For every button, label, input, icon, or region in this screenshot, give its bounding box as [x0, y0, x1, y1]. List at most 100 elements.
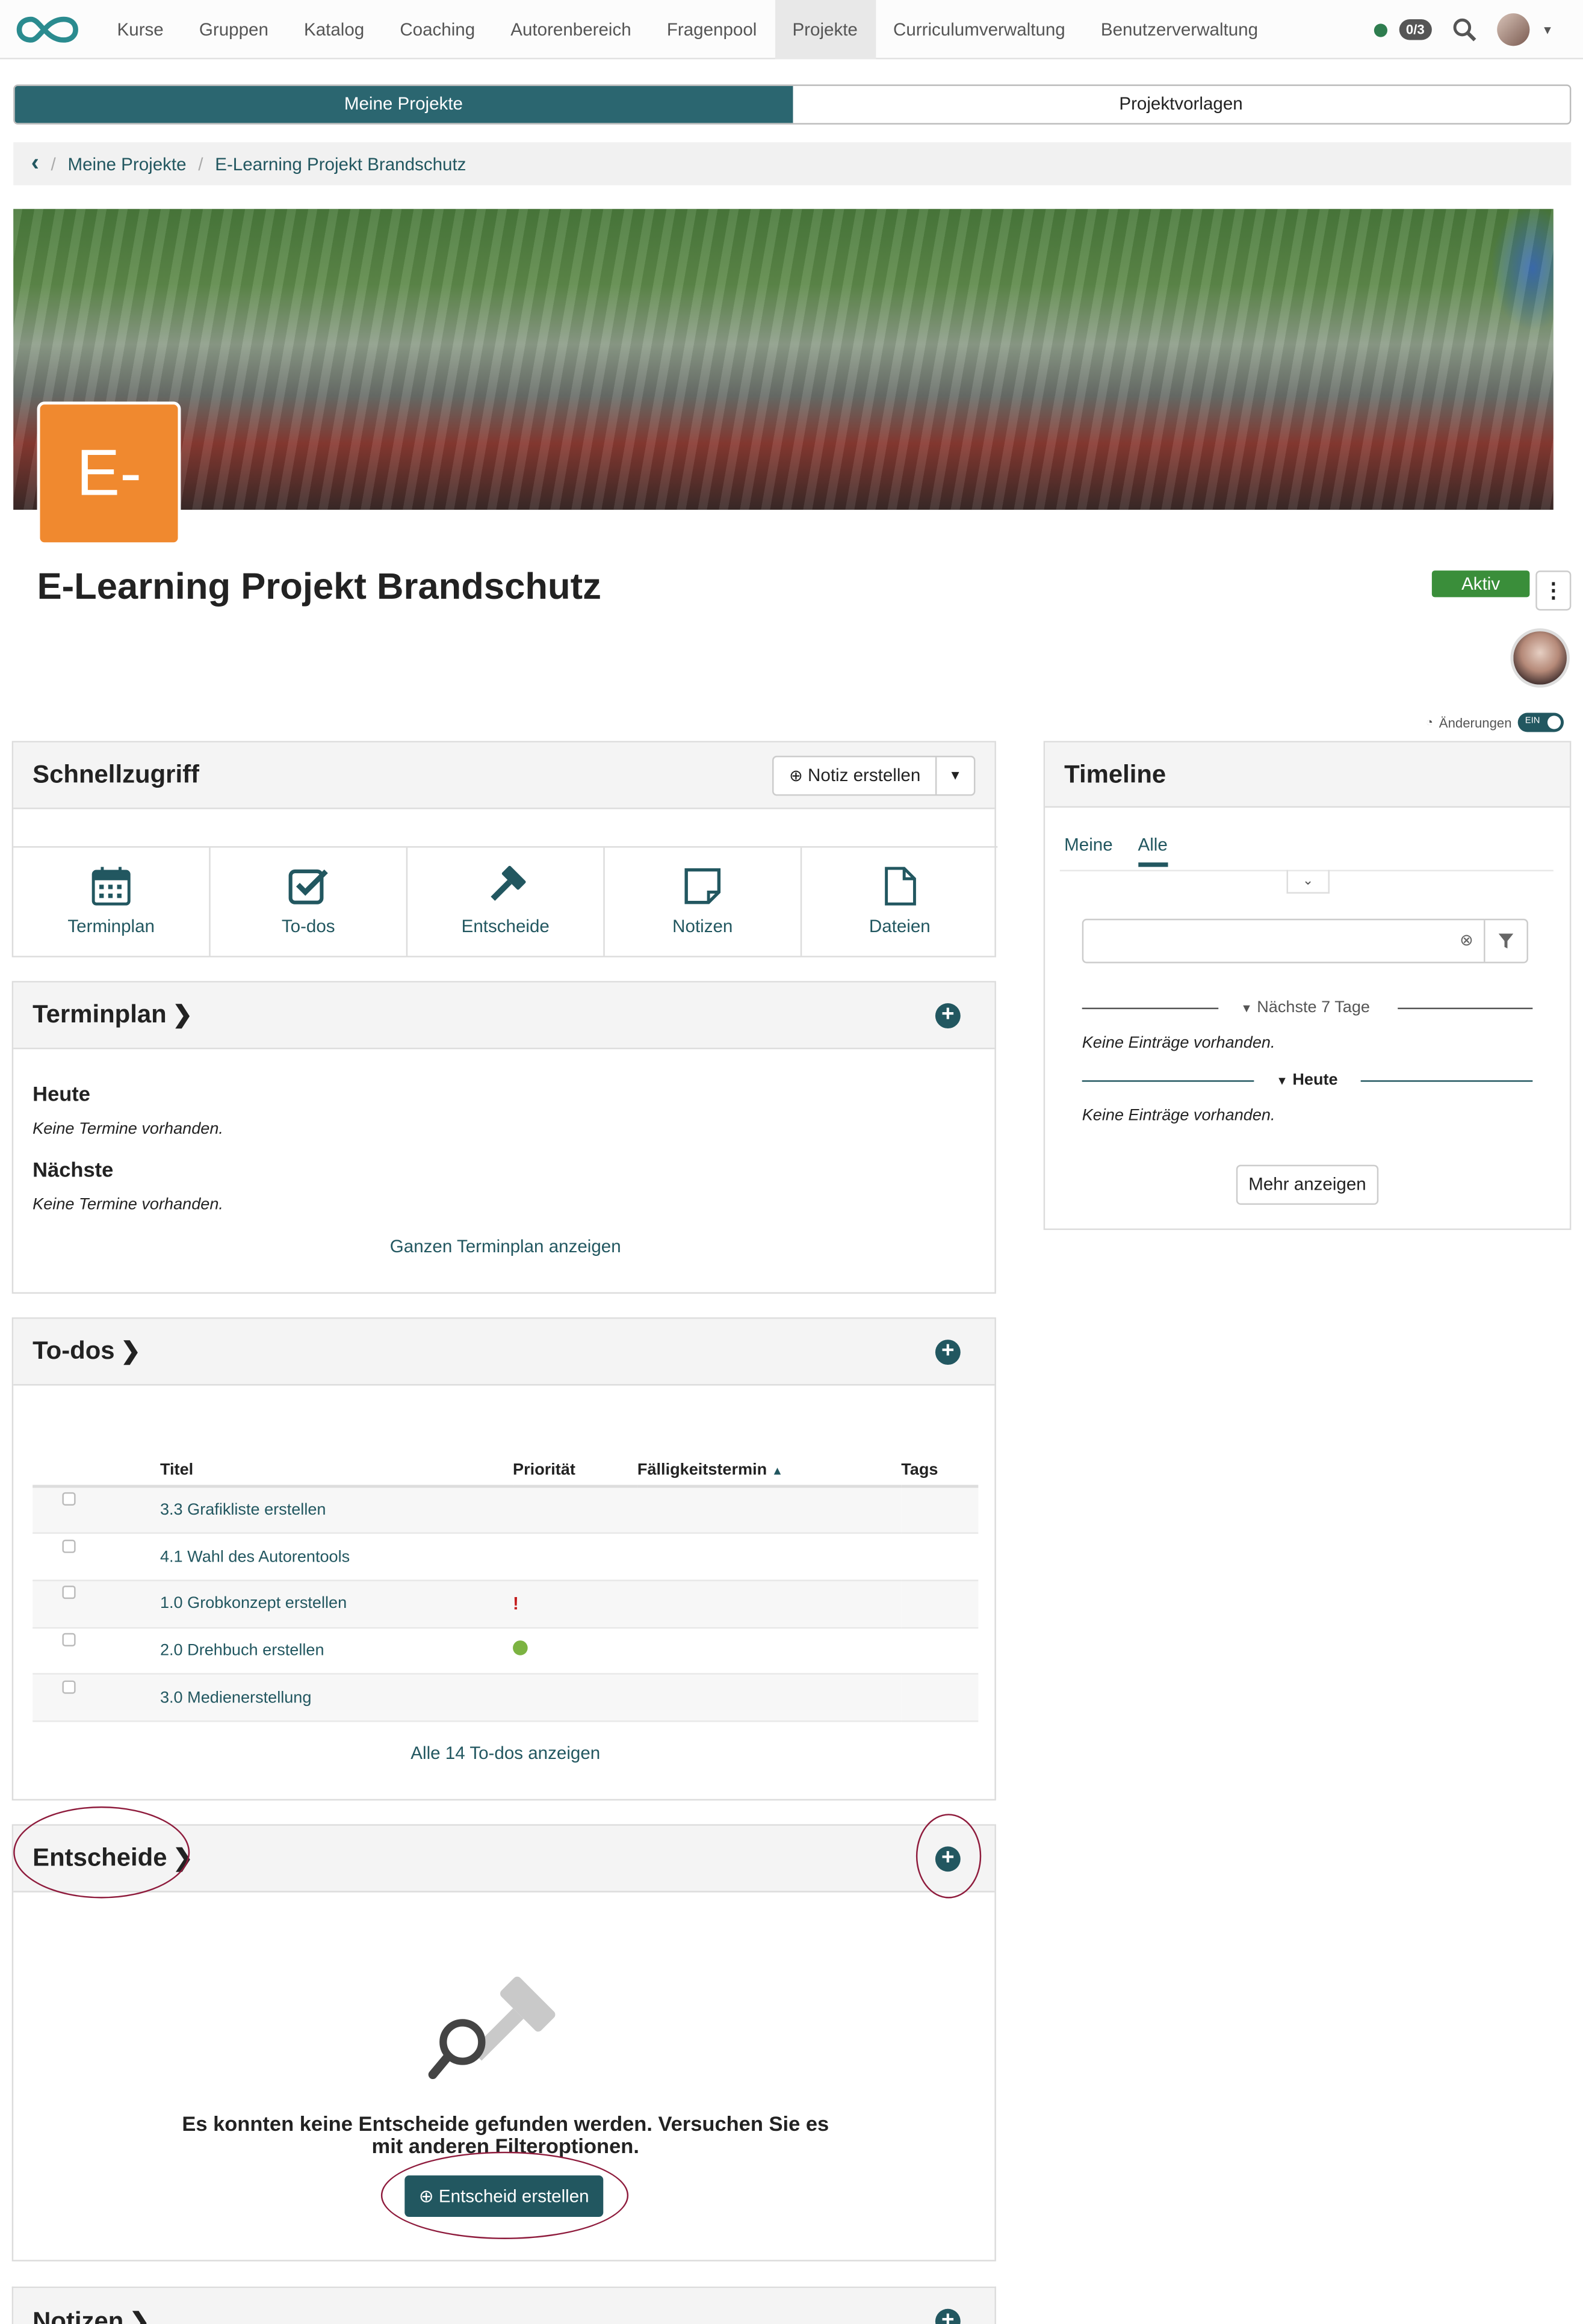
show-more-button[interactable]: Mehr anzeigen [1236, 1164, 1379, 1205]
row-checkbox[interactable] [62, 1633, 76, 1646]
table-row[interactable]: 2.0 Drehbuch erstellen [33, 1627, 979, 1675]
nav-kurse[interactable]: Kurse [99, 0, 181, 58]
todos-title-link[interactable]: To-dos [33, 1337, 114, 1366]
panel-header: Notizen ❯ + [13, 2288, 995, 2324]
quick-notizen[interactable]: Notizen [605, 847, 802, 956]
caret-down-icon[interactable]: ▼ [1541, 23, 1554, 36]
column-header-faelligkeit[interactable]: Fälligkeitstermin ▲ [637, 1453, 902, 1488]
todo-title-link[interactable]: 3.3 Grafikliste erstellen [160, 1486, 513, 1534]
quick-todos[interactable]: To-dos [211, 847, 408, 956]
highlight-ring-entscheide-title [13, 1806, 190, 1899]
breadcrumb-separator: / [198, 153, 203, 175]
table-row[interactable]: 3.0 Medienerstellung [33, 1674, 979, 1722]
nav-benutzerverwaltung[interactable]: Benutzerverwaltung [1083, 0, 1275, 58]
nav-curriculumverwaltung[interactable]: Curriculumverwaltung [875, 0, 1083, 58]
nav-projekte[interactable]: Projekte [774, 0, 876, 59]
todo-due-cell [637, 1580, 902, 1628]
filter-icon[interactable] [1498, 933, 1514, 949]
todo-title-link[interactable]: 2.0 Drehbuch erstellen [160, 1627, 513, 1675]
breadcrumb-meine-projekte[interactable]: Meine Projekte [67, 153, 186, 174]
quick-notizen-label: Notizen [672, 915, 733, 937]
todo-tags-cell [901, 1580, 979, 1628]
checkbox-checked-icon [288, 869, 328, 904]
nav-coaching[interactable]: Coaching [382, 0, 493, 58]
table-row[interactable]: 1.0 Grobkonzept erstellen! [33, 1580, 979, 1628]
project-segment-control: Meine Projekte Projektvorlagen [13, 84, 1572, 125]
select-column-header [33, 1453, 160, 1488]
chevron-right-icon[interactable]: ❯ [120, 1337, 140, 1366]
tab-meine-projekte[interactable]: Meine Projekte [14, 85, 793, 123]
add-appointment-icon[interactable]: + [935, 1003, 961, 1029]
next7-empty-text: Keine Einträge vorhanden. [1082, 1034, 1275, 1052]
panel-header: Schnellzugriff ⊕ Notiz erstellen ▼ [13, 742, 995, 809]
today-toggle[interactable]: ▼ Heute [1276, 1071, 1337, 1089]
table-row[interactable]: 4.1 Wahl des Autorentools [33, 1533, 979, 1581]
add-todo-icon[interactable]: + [935, 1339, 961, 1365]
row-checkbox[interactable] [62, 1492, 76, 1506]
divider [1360, 1080, 1533, 1082]
todo-title-link[interactable]: 1.0 Grobkonzept erstellen [160, 1580, 513, 1628]
timeline-title: Timeline [1064, 759, 1166, 788]
tab-meine[interactable]: Meine [1064, 834, 1112, 867]
add-note-icon[interactable]: + [935, 2308, 961, 2324]
highlight-ring-add-decision [915, 1814, 982, 1899]
nav-fragenpool[interactable]: Fragenpool [649, 0, 775, 58]
back-chevron-icon[interactable]: ‹ [31, 150, 39, 177]
changes-label: Änderungen [1439, 715, 1512, 730]
next-7-days-toggle[interactable]: ▼ Nächste 7 Tage [1241, 999, 1370, 1017]
column-header-tags[interactable]: Tags [901, 1453, 979, 1488]
todo-title-link[interactable]: 3.0 Medienerstellung [160, 1674, 513, 1722]
nav-autorenbereich[interactable]: Autorenbereich [493, 0, 649, 58]
row-checkbox[interactable] [62, 1586, 76, 1599]
todos-panel: To-dos ❯ + Titel Priorität Fälligkeitster… [11, 1317, 997, 1801]
top-navigation: Kurse Gruppen Katalog Coaching Autorenbe… [0, 0, 1583, 60]
search-icon[interactable] [1453, 18, 1476, 42]
row-select-cell [33, 1486, 160, 1534]
nav-katalog[interactable]: Katalog [286, 0, 382, 58]
changes-toggle[interactable]: EIN [1517, 712, 1564, 732]
breadcrumb-current[interactable]: E-Learning Projekt Brandschutz [215, 153, 466, 174]
today-empty-text: Keine Termine vorhanden. [33, 1120, 223, 1139]
row-checkbox[interactable] [62, 1539, 76, 1553]
nav-gruppen[interactable]: Gruppen [181, 0, 286, 58]
breadcrumb: ‹ / Meine Projekte / E-Learning Projekt … [13, 142, 1572, 185]
notizen-title-link[interactable]: Notizen [33, 2307, 123, 2324]
todos-table-body: 3.3 Grafikliste erstellen 4.1 Wahl des Au… [33, 1486, 979, 1722]
file-icon [885, 867, 916, 906]
assessment-badge[interactable]: 0/3 [1398, 19, 1433, 40]
timeline-search-input[interactable]: ⊗ [1082, 918, 1528, 963]
panel-header: To-dos ❯ + [13, 1318, 995, 1386]
filter-expand-chevron-icon[interactable]: ⌄ [1286, 870, 1330, 894]
terminplan-title-link[interactable]: Terminplan [33, 1000, 167, 1030]
quick-dateien[interactable]: Dateien [802, 848, 997, 956]
chevron-right-icon[interactable]: ❯ [129, 2307, 149, 2324]
table-header-row: Titel Priorität Fälligkeitstermin ▲ Tags [33, 1453, 979, 1488]
chevron-right-icon[interactable]: ❯ [173, 1000, 193, 1030]
show-all-todos-link[interactable]: Alle 14 To-dos anzeigen [13, 1743, 997, 1763]
quick-entscheide[interactable]: Entscheide [407, 847, 605, 956]
table-row[interactable]: 3.3 Grafikliste erstellen [33, 1486, 979, 1534]
caret-down-icon[interactable]: ▼ [935, 757, 974, 794]
column-header-titel[interactable]: Titel [160, 1453, 513, 1488]
panel-header: Timeline [1045, 742, 1570, 808]
quick-terminplan[interactable]: Terminplan [13, 847, 211, 956]
tab-alle[interactable]: Alle [1138, 834, 1168, 867]
todos-table: Titel Priorität Fälligkeitstermin ▲ Tags… [33, 1453, 979, 1722]
row-checkbox[interactable] [62, 1680, 76, 1693]
todo-priority-cell [513, 1627, 637, 1675]
tab-projektvorlagen[interactable]: Projektvorlagen [792, 85, 1570, 123]
changes-toggle-row: ◔ Änderungen EIN [1426, 712, 1564, 732]
todo-title-link[interactable]: 4.1 Wahl des Autorentools [160, 1533, 513, 1581]
row-select-cell [33, 1674, 160, 1722]
openolat-logo-icon[interactable] [15, 13, 80, 45]
member-avatar[interactable] [1510, 628, 1570, 688]
todo-tags-cell [901, 1674, 979, 1722]
quick-dateien-label: Dateien [869, 915, 931, 937]
column-header-prioritaet[interactable]: Priorität [513, 1453, 637, 1488]
clear-search-icon[interactable]: ⊗ [1460, 931, 1473, 950]
create-note-button[interactable]: ⊕ Notiz erstellen [774, 757, 935, 794]
user-avatar[interactable] [1497, 13, 1530, 46]
more-options-icon[interactable]: ⋮ [1535, 570, 1572, 611]
online-status-icon[interactable] [1373, 23, 1387, 37]
show-all-appointments-link[interactable]: Ganzen Terminplan anzeigen [13, 1236, 997, 1256]
